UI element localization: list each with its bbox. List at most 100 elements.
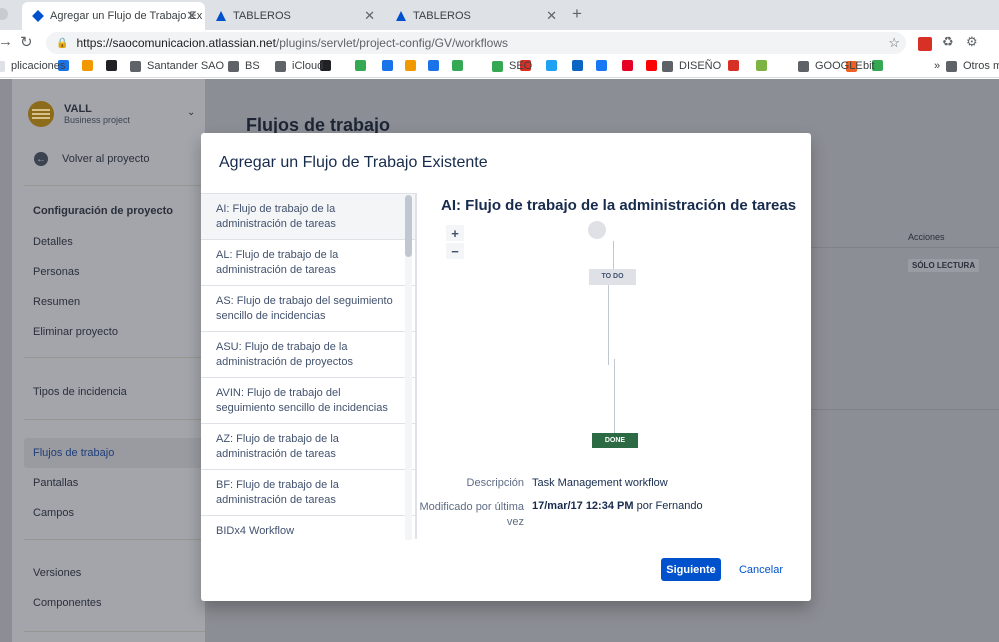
workflow-list-item[interactable]: BIDx4 Workflow	[201, 516, 416, 539]
bookmark-item[interactable]	[355, 60, 366, 71]
gear-extension-icon[interactable]: ⚙	[966, 34, 980, 49]
back-arrow-icon[interactable]: →	[0, 33, 13, 50]
url-path: /plugins/servlet/project-config/GV/workf…	[275, 36, 508, 50]
bookmark-label: GOOGLE	[815, 60, 863, 72]
bookmark-item[interactable]	[728, 60, 739, 71]
bookmark-label: BS	[245, 60, 260, 72]
browser-tab[interactable]: TABLEROS ✕	[205, 2, 383, 30]
bookmark-icon	[275, 60, 286, 72]
recycle-extension-icon[interactable]: ♻	[942, 34, 956, 49]
workflow-list-item[interactable]: AS: Flujo de trabajo del seguimiento sen…	[201, 286, 416, 332]
sidebar-item-flujos-de-trabajo[interactable]: Flujos de trabajo	[24, 438, 205, 468]
bookmark-icon	[106, 60, 117, 71]
workflow-diagram: TO DO DONE	[581, 219, 661, 455]
tab-title: Agregar un Flujo de Trabajo Ex	[50, 10, 203, 22]
add-workflow-dialog: Agregar un Flujo de Trabajo Existente AI…	[201, 133, 811, 601]
bookmarks-overflow[interactable]: »	[934, 60, 940, 72]
bookmark-item[interactable]	[622, 60, 633, 71]
bookmark-icon	[756, 60, 767, 71]
bookmark-item[interactable]: iCloud	[275, 60, 323, 72]
close-tab-icon[interactable]: ✕	[186, 8, 197, 24]
dialog-title: Agregar un Flujo de Trabajo Existente	[219, 154, 488, 171]
window-control-dot[interactable]	[0, 8, 8, 20]
bookmark-item[interactable]	[756, 60, 767, 71]
arrow-left-icon: ←	[34, 152, 48, 166]
back-to-project-link[interactable]: ← Volver al proyecto	[34, 152, 149, 166]
browser-tab-active[interactable]: Agregar un Flujo de Trabajo Ex ✕	[22, 2, 205, 30]
atlassian-favicon-icon	[395, 10, 407, 22]
address-bar[interactable]: 🔒 https://saocomunicacion.atlassian.net /…	[46, 32, 906, 54]
bookmark-item[interactable]	[596, 60, 607, 71]
workflow-list-item[interactable]: AL: Flujo de trabajo de la administració…	[201, 240, 416, 286]
divider	[24, 539, 205, 540]
tab-title: TABLEROS	[233, 10, 291, 22]
sidebar-item-resumen[interactable]: Resumen	[24, 287, 205, 317]
bookmark-star-icon[interactable]: ☆	[888, 35, 900, 51]
bookmark-item[interactable]	[452, 60, 463, 71]
extension-icon[interactable]	[918, 37, 932, 51]
bookmark-icon	[382, 60, 393, 71]
workflow-list-item[interactable]: AI: Flujo de trabajo de la administració…	[201, 194, 416, 240]
bookmark-item[interactable]	[646, 60, 657, 71]
bookmark-icon	[546, 60, 557, 71]
bookmark-item[interactable]	[572, 60, 583, 71]
close-tab-icon[interactable]: ✕	[546, 8, 557, 24]
transition-line	[614, 359, 615, 433]
bookmark-item[interactable]	[382, 60, 393, 71]
bookmark-item[interactable]: plicaciones	[0, 60, 65, 72]
bookmark-item[interactable]: DISEÑO	[662, 60, 721, 72]
transition-line	[613, 241, 614, 269]
divider	[24, 185, 205, 186]
status-todo-node: TO DO	[589, 269, 636, 285]
sidebar-item-detalles[interactable]: Detalles	[24, 227, 205, 257]
bookmark-icon	[798, 60, 809, 72]
bookmark-label: bit	[863, 60, 875, 72]
divider	[24, 631, 205, 632]
sidebar-item-componentes[interactable]: Componentes	[24, 588, 205, 618]
bookmark-item[interactable]: SEO	[492, 60, 532, 72]
bookmark-label: iCloud	[292, 60, 324, 72]
folder-icon	[946, 60, 957, 72]
jira-favicon-icon	[32, 10, 44, 22]
workflow-list-item[interactable]: AVIN: Flujo de trabajo del seguimiento s…	[201, 378, 416, 424]
bookmark-label: Santander SAO	[147, 60, 225, 72]
sidebar-item-pantallas[interactable]: Pantallas	[24, 468, 205, 498]
browser-tab[interactable]: TABLEROS ✕	[385, 2, 565, 30]
project-switcher[interactable]: VALL Business project	[28, 101, 130, 127]
tab-title: TABLEROS	[413, 10, 471, 22]
bookmark-item[interactable]	[405, 60, 416, 71]
workflow-list-item[interactable]: ASU: Flujo de trabajo de la administraci…	[201, 332, 416, 378]
workflow-list-scrollbar[interactable]	[405, 195, 412, 540]
chevron-down-icon[interactable]: ⌄	[187, 107, 195, 118]
cancel-button[interactable]: Cancelar	[731, 558, 791, 581]
bookmark-icon	[646, 60, 657, 71]
sidebar-item-versiones[interactable]: Versiones	[24, 558, 205, 588]
bookmarks-bar: bit GOOGLE DISEÑO SEO iCloud BS Santander SAO p…	[0, 56, 999, 78]
zoom-in-button[interactable]: +	[446, 225, 464, 241]
bookmark-item[interactable]: GOOGLE	[798, 60, 863, 72]
bookmark-icon	[622, 60, 633, 71]
workflow-list-item[interactable]: AZ: Flujo de trabajo de la administració…	[201, 424, 416, 470]
bookmark-item[interactable]	[546, 60, 557, 71]
sidebar-item-tipos-de-incidencia[interactable]: Tipos de incidencia	[24, 377, 205, 407]
bookmark-item[interactable]: BS	[228, 60, 260, 72]
scrollbar-thumb[interactable]	[405, 195, 412, 257]
bookmark-item[interactable]	[106, 60, 117, 71]
other-bookmarks[interactable]: Otros ma	[946, 60, 999, 72]
sidebar-item-personas[interactable]: Personas	[24, 257, 205, 287]
readonly-badge: SÓLO LECTURA	[908, 259, 980, 272]
zoom-out-button[interactable]: −	[446, 243, 464, 259]
close-tab-icon[interactable]: ✕	[364, 8, 375, 24]
bookmark-item[interactable]	[428, 60, 439, 71]
transition-line	[608, 285, 609, 365]
next-button[interactable]: Siguiente	[661, 558, 721, 581]
reload-icon[interactable]: ↻	[20, 33, 33, 51]
bookmark-item[interactable]: Santander SAO	[130, 60, 224, 72]
bookmark-item[interactable]	[82, 60, 93, 71]
project-avatar	[28, 101, 54, 127]
sidebar-item-campos[interactable]: Campos	[24, 498, 205, 528]
sidebar-item-eliminar-proyecto[interactable]: Eliminar proyecto	[24, 317, 205, 347]
new-tab-icon[interactable]: +	[572, 4, 582, 24]
lock-icon: 🔒	[56, 37, 69, 49]
workflow-list-item[interactable]: BF: Flujo de trabajo de la administració…	[201, 470, 416, 516]
